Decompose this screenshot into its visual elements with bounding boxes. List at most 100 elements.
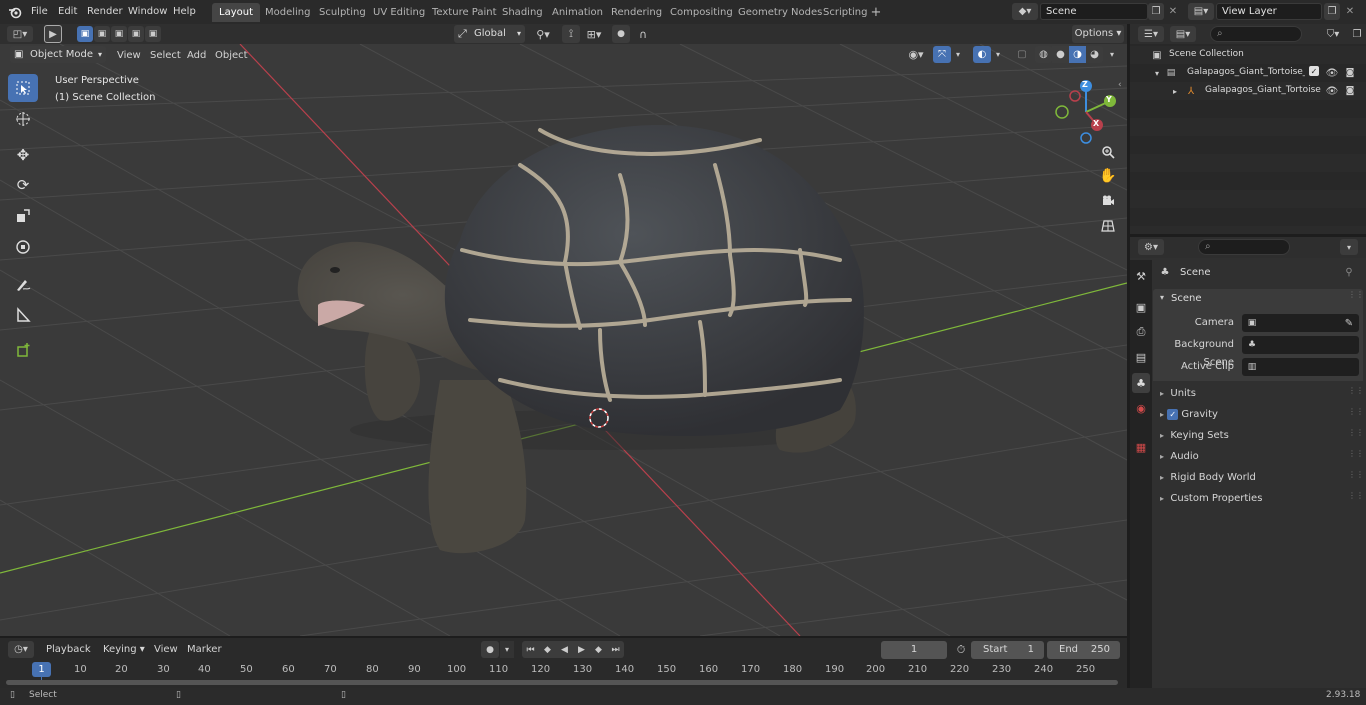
editor-type-icon[interactable]: ◰▾ (7, 26, 33, 42)
tab-sculpting[interactable]: Sculpting (312, 3, 373, 22)
render-camera-icon[interactable]: ◙ (1343, 83, 1357, 99)
select-mode-icon[interactable]: ▶ (44, 25, 62, 43)
panel-gravity[interactable]: ▸ ✓ Gravity (1160, 405, 1360, 425)
view-layer-tab-icon[interactable]: ▤ (1132, 347, 1150, 367)
cursor-tool[interactable] (8, 105, 38, 133)
tab-scripting[interactable]: Scripting (816, 3, 874, 22)
background-scene-field[interactable] (1242, 336, 1359, 354)
play-icon[interactable]: ▶ (573, 641, 590, 658)
snap-target-icon[interactable]: ⊞▾ (581, 25, 607, 43)
play-reverse-icon[interactable]: ◀ (556, 641, 573, 658)
pivot-point-icon[interactable]: ⚲▾ (530, 25, 556, 43)
scene-tab-icon[interactable]: ♣ (1132, 373, 1150, 393)
current-frame-field[interactable]: 1 (881, 641, 947, 659)
pan-hand-icon[interactable]: ✋ (1097, 165, 1119, 187)
viewport-menu-select[interactable]: Select (146, 47, 185, 64)
visibility-eye-icon[interactable]: 👁 (1326, 65, 1339, 81)
start-frame-field[interactable]: Start 1 (971, 641, 1044, 659)
playhead-marker[interactable]: 1 (32, 662, 51, 677)
menu-edit[interactable]: Edit (58, 3, 77, 21)
properties-search-input[interactable]: ⌕ (1198, 239, 1290, 255)
expand-arrow-icon[interactable]: ▸ (1170, 83, 1180, 99)
proportional-edit-icon[interactable]: ● (612, 25, 630, 43)
properties-editor-type-icon[interactable]: ⚙▾ (1138, 239, 1164, 255)
timeline-menu-playback[interactable]: Playback ▾ (40, 641, 96, 673)
panel-audio[interactable]: ▸ Audio (1160, 447, 1360, 467)
tool-tab-icon[interactable]: ⚒ (1132, 266, 1150, 286)
gizmo-toggle-icon[interactable]: ⤧ (933, 46, 951, 63)
output-tab-icon[interactable]: ⎙ (1132, 322, 1150, 342)
tab-geometry-nodes[interactable]: Geometry Nodes (731, 3, 829, 22)
visibility-eye-icon[interactable]: 👁 (1326, 83, 1339, 99)
menu-help[interactable]: Help (173, 3, 196, 21)
move-tool[interactable]: ✥ (8, 141, 38, 169)
shading-wireframe-icon[interactable]: ◍ (1035, 46, 1052, 63)
tab-texture-paint[interactable]: Texture Paint (425, 3, 504, 22)
new-collection-icon[interactable]: ❐ (1350, 26, 1364, 42)
tab-shading[interactable]: Shading (495, 3, 550, 22)
drag-grip-icon[interactable]: ⋮⋮ (1348, 407, 1364, 416)
shading-rendered-icon[interactable]: ◕ (1086, 46, 1103, 63)
shading-material-icon[interactable]: ◑ (1069, 46, 1086, 63)
jump-start-icon[interactable]: ⏮ (522, 641, 539, 658)
mode-intersect-icon[interactable]: ▣ (145, 26, 161, 42)
viewport-3d[interactable]: Z Y X ✋ ‹ User Perspective (1) Scene Col… (0, 44, 1127, 636)
mode-invert-icon[interactable]: ▣ (128, 26, 144, 42)
record-icon[interactable]: ● (481, 641, 499, 658)
scale-tool[interactable] (8, 202, 38, 230)
drag-grip-icon[interactable]: ⋮⋮ (1348, 428, 1364, 437)
options-dropdown[interactable]: Options ▾ (1072, 25, 1124, 43)
mode-new-icon[interactable]: ▣ (77, 26, 93, 42)
sidebar-toggle-icon[interactable]: ‹ (1118, 80, 1122, 90)
render-tab-icon[interactable]: ▣ (1132, 297, 1150, 317)
scene-selector-icon[interactable]: ◆▾ (1012, 3, 1038, 20)
zoom-icon[interactable] (1097, 141, 1119, 163)
overlays-dropdown-icon[interactable]: ▾ (992, 46, 1004, 63)
mode-subtract-icon[interactable]: ▣ (111, 26, 127, 42)
visibility-dropdown-icon[interactable]: ◉▾ (903, 46, 929, 63)
transform-orientation-dropdown[interactable]: Global ▾ ⤢ (454, 25, 525, 43)
view-layer-name-field[interactable]: View Layer (1216, 3, 1322, 20)
expand-arrow-icon[interactable]: ▾ (1152, 65, 1162, 81)
viewport-menu-object[interactable]: Object (211, 47, 252, 64)
tab-compositing[interactable]: Compositing (663, 3, 740, 22)
add-workspace-button[interactable]: + (869, 4, 883, 20)
panel-rigid-body-world[interactable]: ▸ Rigid Body World (1160, 468, 1360, 488)
camera-view-icon[interactable] (1097, 190, 1119, 212)
outliner-search-input[interactable]: ⌕ (1210, 26, 1302, 42)
tab-layout[interactable]: Layout (212, 3, 260, 22)
outliner-editor-type-icon[interactable]: ☰▾ (1138, 26, 1164, 42)
shading-solid-icon[interactable]: ● (1052, 46, 1069, 63)
mode-extend-icon[interactable]: ▣ (94, 26, 110, 42)
exclude-checkbox-icon[interactable]: ✓ (1309, 66, 1319, 76)
add-cube-tool[interactable] (8, 336, 38, 364)
outliner-row-scene-collection[interactable] (1130, 46, 1366, 64)
tab-rendering[interactable]: Rendering (604, 3, 669, 22)
view-layer-selector-icon[interactable]: ▤▾ (1188, 3, 1214, 20)
timeline-scrollbar[interactable] (6, 680, 1118, 685)
menu-window[interactable]: Window (128, 3, 167, 21)
tab-animation[interactable]: Animation (545, 3, 610, 22)
close-view-layer-icon[interactable]: ✕ (1343, 3, 1357, 20)
panel-keying-sets[interactable]: ▸ Keying Sets (1160, 426, 1360, 446)
snap-toggle-icon[interactable]: ⟟ (562, 25, 580, 43)
select-box-tool[interactable] (8, 74, 38, 102)
active-clip-field[interactable] (1242, 358, 1359, 376)
gizmo-dropdown-icon[interactable]: ▾ (952, 46, 964, 63)
overlays-toggle-icon[interactable]: ◐ (973, 46, 991, 63)
panel-units[interactable]: ▸ Units (1160, 384, 1360, 404)
panel-custom-properties[interactable]: ▸ Custom Properties (1160, 489, 1360, 509)
next-keyframe-icon[interactable]: ◆ (590, 641, 607, 658)
properties-options-icon[interactable]: ▾ (1340, 239, 1358, 255)
drag-grip-icon[interactable]: ⋮⋮ (1348, 449, 1364, 458)
timeline-menu-keying[interactable]: Keying ▾ (98, 641, 146, 659)
end-frame-field[interactable]: End 250 (1047, 641, 1120, 659)
falloff-icon[interactable]: ∩ (632, 25, 654, 43)
jump-end-icon[interactable]: ⏭ (607, 641, 624, 658)
viewport-menu-view[interactable]: View (113, 47, 145, 64)
copy-view-layer-icon[interactable]: ❐ (1324, 3, 1340, 20)
measure-tool[interactable] (8, 301, 38, 329)
drag-grip-icon[interactable]: ⋮⋮ (1348, 290, 1364, 299)
xray-toggle-icon[interactable]: ▢ (1013, 46, 1031, 63)
timeline-editor-type-icon[interactable]: ◷▾ (8, 641, 34, 658)
